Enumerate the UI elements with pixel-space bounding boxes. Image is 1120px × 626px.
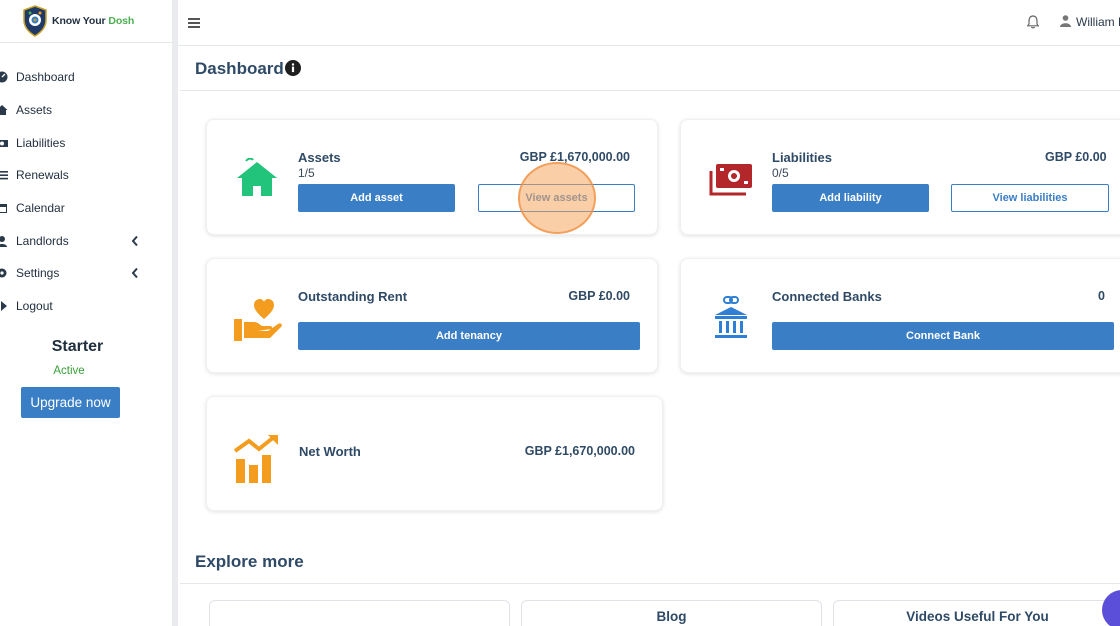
- sidebar-item-label: Dashboard: [16, 70, 75, 85]
- net-worth-card: Net Worth GBP £1,670,000.00: [206, 396, 663, 511]
- sidebar: Know Your Dosh Dashboard Assets Liabilit…: [0, 0, 172, 626]
- hamburger-menu-icon[interactable]: [188, 18, 200, 28]
- page-title: Dashboard: [195, 59, 284, 78]
- plan-info: Starter Active: [0, 338, 155, 377]
- info-icon[interactable]: [285, 60, 301, 76]
- sidebar-item-label: Landlords: [16, 233, 69, 248]
- card-title: Liabilities: [772, 150, 832, 165]
- sidebar-item-landlords[interactable]: Landlords: [0, 224, 172, 257]
- connected-banks-card: Connected Banks 0 Connect Bank: [680, 258, 1120, 373]
- bank-link-icon: [715, 296, 747, 338]
- explore-title: Explore more: [195, 552, 304, 571]
- sidebar-item-renewals[interactable]: Renewals: [0, 159, 172, 192]
- plan-name: Starter: [51, 338, 104, 355]
- house-icon: [237, 158, 277, 196]
- liabilities-icon: [0, 137, 8, 149]
- sidebar-item-calendar[interactable]: Calendar: [0, 192, 172, 225]
- asset-count: 1/5: [298, 166, 315, 180]
- add-tenancy-button[interactable]: Add tenancy: [298, 322, 640, 350]
- liability-count: 0/5: [772, 166, 789, 180]
- sidebar-item-liabilities[interactable]: Liabilities: [0, 126, 172, 159]
- net-worth-amount: GBP £1,670,000.00: [524, 444, 635, 458]
- assets-card: Assets 1/5 GBP £1,670,000.00 Add asset V…: [206, 119, 658, 235]
- sidebar-item-label: Assets: [16, 103, 53, 118]
- plan-status: Active: [53, 365, 85, 377]
- bell-icon[interactable]: [1027, 15, 1039, 29]
- card-title: Net Worth: [299, 444, 361, 459]
- card-title: Assets: [298, 150, 341, 165]
- chat-widget-icon[interactable]: [1102, 590, 1120, 626]
- chevron-left-icon[interactable]: [130, 235, 140, 247]
- hand-heart-icon: [234, 299, 282, 341]
- explore-header: Explore more: [180, 544, 1120, 584]
- brand-name: Know Your Dosh: [52, 15, 135, 27]
- outstanding-rent-card: Outstanding Rent GBP £0.00 Add tenancy: [206, 258, 658, 373]
- sidebar-item-label: Calendar: [16, 201, 65, 216]
- connect-bank-button[interactable]: Connect Bank: [772, 322, 1114, 350]
- brand-shield-logo-icon: [23, 5, 47, 37]
- explore-card-videos[interactable]: Videos Useful For You: [833, 600, 1120, 626]
- logout-icon: [0, 300, 8, 312]
- dashboard-icon: [0, 71, 8, 83]
- user-icon: [1060, 15, 1071, 27]
- brand[interactable]: Know Your Dosh: [0, 0, 172, 43]
- add-liability-button[interactable]: Add liability: [772, 184, 929, 212]
- sidebar-item-label: Settings: [16, 266, 60, 281]
- upgrade-now-button[interactable]: Upgrade now: [21, 387, 120, 418]
- card-title: Connected Banks: [772, 289, 882, 304]
- view-assets-button[interactable]: View assets: [478, 184, 635, 212]
- liabilities-amount: GBP £0.00: [1045, 150, 1107, 164]
- sidebar-item-label: Renewals: [16, 168, 69, 183]
- sidebar-item-settings[interactable]: Settings: [0, 257, 172, 290]
- topbar: William H: [178, 0, 1120, 46]
- add-asset-button[interactable]: Add asset: [298, 184, 455, 212]
- growth-chart-icon: [233, 435, 278, 483]
- chevron-left-icon[interactable]: [130, 267, 140, 279]
- user-name[interactable]: William H: [1076, 15, 1120, 29]
- assets-amount: GBP £1,670,000.00: [519, 150, 630, 164]
- connected-banks-count: 0: [1098, 289, 1105, 303]
- settings-icon: [0, 267, 8, 279]
- sidebar-item-label: Liabilities: [16, 135, 66, 150]
- card-title: Outstanding Rent: [298, 289, 408, 304]
- liabilities-card: Liabilities 0/5 GBP £0.00 Add liability …: [680, 119, 1120, 235]
- renewals-icon: [0, 169, 8, 181]
- sidebar-divider: [172, 0, 178, 626]
- assets-icon: [0, 104, 8, 116]
- sidebar-item-dashboard[interactable]: Dashboard: [0, 61, 172, 94]
- money-bill-icon: [709, 164, 752, 196]
- page-header: Dashboard: [180, 47, 1120, 91]
- sidebar-item-assets[interactable]: Assets: [0, 94, 172, 127]
- landlords-icon: [0, 235, 8, 247]
- sidebar-item-logout[interactable]: Logout: [0, 290, 172, 323]
- calendar-icon: [0, 202, 8, 214]
- view-liabilities-button[interactable]: View liabilities: [951, 184, 1109, 212]
- explore-card[interactable]: [209, 600, 510, 626]
- explore-card-title: Videos Useful For You: [906, 609, 1049, 624]
- explore-card-title: Blog: [656, 609, 687, 624]
- sidebar-nav: Dashboard Assets Liabilities Renewals Ca…: [0, 61, 172, 323]
- outstanding-rent-amount: GBP £0.00: [568, 289, 630, 303]
- explore-card-blog[interactable]: Blog: [521, 600, 822, 626]
- sidebar-item-label: Logout: [16, 299, 53, 314]
